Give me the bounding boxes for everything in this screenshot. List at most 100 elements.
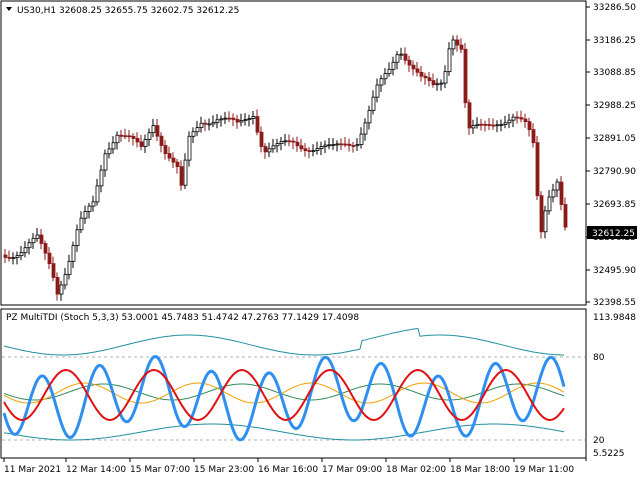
candle-body bbox=[171, 157, 176, 163]
candle-body bbox=[147, 132, 152, 140]
candle-body bbox=[463, 48, 468, 104]
candle-body bbox=[295, 141, 300, 147]
candle-body bbox=[555, 181, 560, 191]
candle-body bbox=[271, 145, 276, 150]
candle-body bbox=[239, 120, 244, 123]
candle-body bbox=[55, 277, 60, 295]
candle-body bbox=[251, 116, 256, 119]
candle-body bbox=[551, 189, 556, 198]
candle-body bbox=[435, 83, 440, 86]
candle-body bbox=[563, 204, 568, 228]
candle-body bbox=[371, 96, 376, 111]
candle-body bbox=[323, 144, 328, 147]
candle-body bbox=[459, 44, 464, 50]
indicator-tick: 113.9848 bbox=[593, 313, 636, 323]
indicator-axis: 113.9848 80 20 5.5225 bbox=[593, 313, 636, 459]
candle-body bbox=[179, 166, 184, 186]
candle-body bbox=[311, 150, 316, 152]
price-tick: 32398.55 bbox=[593, 298, 636, 308]
candle-body bbox=[483, 123, 488, 126]
trading-chart-window[interactable]: US30,H1 32608.25 32655.75 32602.75 32612… bbox=[0, 0, 640, 480]
candle-body bbox=[211, 121, 216, 125]
price-tick: 32891.05 bbox=[593, 134, 636, 144]
candle-body bbox=[531, 129, 536, 144]
candle-body bbox=[107, 148, 112, 155]
candle-body bbox=[451, 39, 456, 50]
candle-body bbox=[163, 145, 168, 154]
candle-body bbox=[539, 195, 544, 233]
candle-body bbox=[263, 146, 268, 153]
candle-body bbox=[199, 122, 204, 129]
candle-body bbox=[279, 141, 284, 144]
candle-body bbox=[63, 274, 68, 286]
candle-body bbox=[235, 119, 240, 123]
price-pane[interactable] bbox=[0, 0, 587, 306]
candle-body bbox=[427, 77, 432, 81]
candle-body bbox=[415, 68, 420, 73]
candle-body bbox=[195, 127, 200, 133]
candle-body bbox=[151, 125, 156, 134]
symbol-info: US30,H1 32608.25 32655.75 32602.75 32612… bbox=[17, 6, 239, 16]
candle-body bbox=[43, 243, 48, 254]
candle-body bbox=[255, 116, 260, 133]
candle-body bbox=[127, 135, 132, 138]
candle-body bbox=[11, 257, 16, 259]
candle-body bbox=[523, 118, 528, 123]
candle-body bbox=[287, 140, 292, 143]
candle-body bbox=[375, 84, 380, 98]
candle-body bbox=[15, 255, 20, 258]
candle-body bbox=[467, 102, 472, 129]
time-tick: 15 Mar 07:00 bbox=[130, 465, 190, 475]
candle-body bbox=[547, 196, 552, 212]
candle-body bbox=[3, 254, 8, 258]
time-tick: 16 Mar 16:00 bbox=[258, 465, 318, 475]
candle-body bbox=[95, 185, 100, 203]
candle-body bbox=[51, 263, 56, 278]
candle-body bbox=[59, 284, 64, 295]
candle-body bbox=[543, 210, 548, 233]
candle-body bbox=[343, 143, 348, 146]
indicator-tick: 80 bbox=[593, 353, 605, 363]
candle-body bbox=[87, 205, 92, 212]
candle-body bbox=[399, 53, 404, 56]
candle-body bbox=[479, 123, 484, 126]
price-tick: 32790.90 bbox=[593, 167, 636, 177]
candle-body bbox=[359, 133, 364, 145]
candle-body bbox=[99, 169, 104, 187]
candle-body bbox=[431, 80, 436, 86]
time-tick: 15 Mar 23:00 bbox=[194, 465, 254, 475]
candle-body bbox=[155, 125, 160, 137]
candle-body bbox=[391, 61, 396, 70]
candle-body bbox=[411, 64, 416, 70]
candle-body bbox=[291, 140, 296, 143]
candle-body bbox=[403, 53, 408, 61]
indicator-title: PZ MultiTDI (Stoch 5,3,3) 53.0001 45.748… bbox=[6, 313, 359, 323]
candle-body bbox=[39, 234, 44, 244]
candle-body bbox=[319, 146, 324, 149]
candle-body bbox=[303, 148, 308, 151]
price-tick: 33286.50 bbox=[593, 3, 636, 13]
candle-body bbox=[559, 181, 564, 205]
candle-body bbox=[363, 122, 368, 135]
candle-body bbox=[227, 117, 232, 120]
candle-body bbox=[23, 247, 28, 254]
candle-body bbox=[471, 125, 476, 129]
candle-body bbox=[119, 134, 124, 137]
chart-svg[interactable]: US30,H1 32608.25 32655.75 32602.75 32612… bbox=[0, 0, 640, 480]
candle-body bbox=[103, 153, 108, 171]
candle-body bbox=[187, 135, 192, 161]
candle-body bbox=[331, 144, 336, 146]
candle-body bbox=[475, 123, 480, 126]
candle-body bbox=[159, 135, 164, 146]
candle-body bbox=[191, 131, 196, 137]
candle-body bbox=[275, 143, 280, 147]
candle-body bbox=[135, 138, 140, 143]
candle-body bbox=[511, 116, 516, 121]
candle-body bbox=[231, 117, 236, 120]
candle-body bbox=[487, 124, 492, 126]
time-tick: 19 Mar 11:00 bbox=[514, 465, 574, 475]
candle-body bbox=[395, 54, 400, 63]
candle-body bbox=[27, 242, 32, 249]
candle-body bbox=[19, 252, 24, 257]
candle-body bbox=[367, 109, 372, 124]
